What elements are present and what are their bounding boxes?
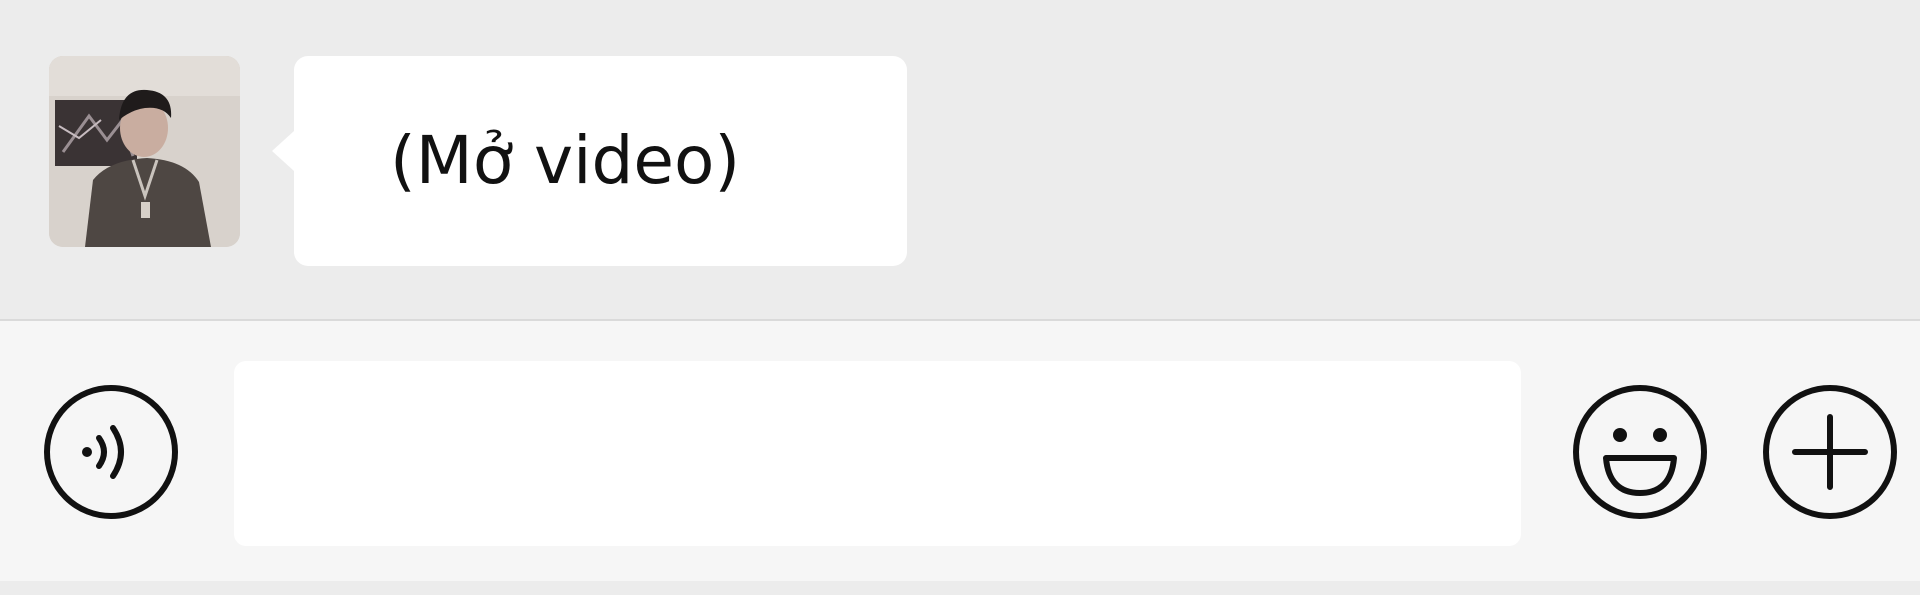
message-input[interactable] [234,361,1521,546]
message-text: (Mở video) [390,122,741,199]
emoji-button[interactable] [1571,383,1709,521]
message-bubble[interactable]: (Mở video) [272,56,907,266]
plus-icon [1763,385,1897,519]
voice-button[interactable] [42,383,180,521]
chat-screen: (Mở video) [0,0,1920,595]
plus-button[interactable] [1761,383,1899,521]
bottom-strip [0,581,1920,595]
voice-icon [44,385,178,519]
avatar[interactable] [49,56,240,247]
emoji-icon [1573,385,1707,519]
message-list[interactable]: (Mở video) [0,0,1920,320]
